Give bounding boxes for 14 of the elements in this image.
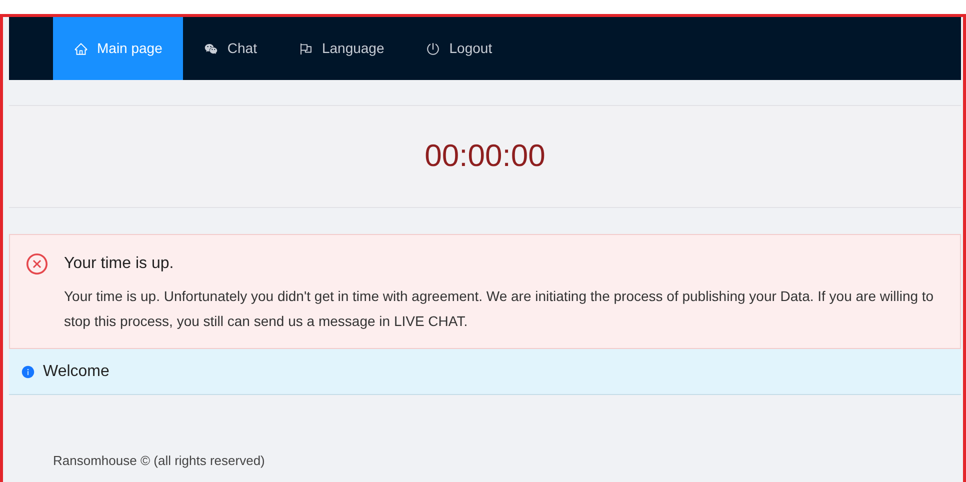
nav-tab[interactable]: Language (278, 17, 406, 80)
info-icon (21, 364, 35, 378)
power-icon (426, 42, 440, 56)
alert-title: Your time is up. (64, 254, 175, 274)
flag-icon (298, 42, 313, 56)
home-icon (74, 42, 88, 56)
info-title: Welcome (43, 362, 110, 382)
footer-text: Ransomhouse © (all rights reserved) (53, 452, 265, 470)
nav-tab[interactable]: Chat (183, 17, 278, 80)
countdown-timer: 00:00:00 (424, 137, 546, 176)
alert-message: Your time is up. Unfortunately you didn't get in time with agreement. We are initiating the process of publishing your Data. If you are willing to stop this process, you still can send us a message in LIVE CHAT. (64, 287, 935, 331)
nav-tab[interactable]: Logout (405, 17, 514, 80)
error-icon (25, 252, 49, 276)
chat-bubbles-icon (204, 42, 218, 56)
